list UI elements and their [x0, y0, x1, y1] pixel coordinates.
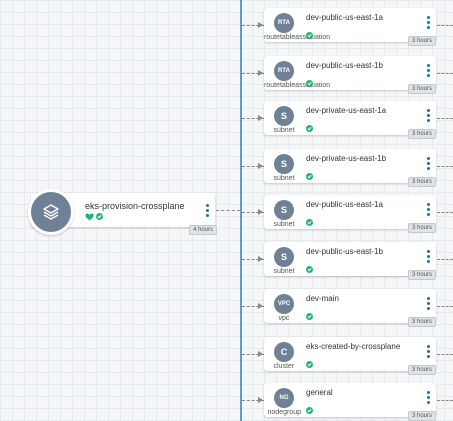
tree-connector-line [240, 0, 242, 421]
node-outgoing-connector [437, 306, 453, 307]
resource-name: dev-public-us-east-1b [306, 61, 383, 70]
resource-status [306, 25, 313, 43]
check-icon [306, 219, 313, 226]
root-menu-kebab-icon[interactable] [206, 204, 210, 217]
root-name: eks-provision-crossplane [85, 201, 185, 211]
connector-arrow-icon [258, 397, 263, 403]
connector-arrow-icon [258, 256, 263, 262]
check-icon [306, 173, 313, 180]
resource-age-badge: 3 hours [408, 177, 437, 187]
resource-name: eks-created-by-crossplane [306, 342, 401, 351]
check-icon [306, 266, 313, 273]
connector-arrow-icon [258, 163, 263, 169]
resource-kind-label: subnet [273, 221, 295, 228]
resource-menu-kebab-icon[interactable] [427, 345, 431, 358]
resource-kind-icon: S [274, 154, 294, 174]
resource-kind-icon: S [274, 106, 294, 126]
check-icon [306, 407, 313, 414]
resource-menu-kebab-icon[interactable] [427, 250, 431, 263]
resource-kind-label: cluster [273, 363, 295, 370]
resource-name: dev-public-us-east-1a [306, 13, 383, 22]
root-age-badge: 4 hours [189, 225, 218, 235]
resource-status [306, 259, 313, 277]
resource-kind-icon: VPC [274, 294, 294, 314]
check-icon [306, 32, 313, 39]
resource-name: dev-private-us-east-1a [306, 106, 387, 115]
resource-name: dev-private-us-east-1b [306, 154, 387, 163]
resource-menu-kebab-icon[interactable] [427, 203, 431, 216]
resource-age-badge: 3 hours [408, 223, 437, 233]
root-application-node[interactable]: eks-provision-crossplane [28, 189, 215, 235]
resource-status [306, 118, 313, 136]
resource-kind-label: vpc [278, 315, 290, 322]
resource-menu-kebab-icon[interactable] [427, 16, 431, 29]
node-outgoing-connector [437, 118, 453, 119]
resource-age-badge: 3 hours [408, 36, 437, 46]
check-icon [306, 361, 313, 368]
resource-age-badge: 3 hours [408, 129, 437, 139]
connector-arrow-icon [258, 70, 263, 76]
resource-kind-label: routetableassociation [264, 34, 331, 41]
resource-kind-icon: S [274, 200, 294, 220]
resource-menu-kebab-icon[interactable] [427, 109, 431, 122]
node-outgoing-connector [437, 259, 453, 260]
resource-kind-label: routetableassociation [264, 82, 331, 89]
resource-menu-kebab-icon[interactable] [427, 297, 431, 310]
resource-age-badge: 3 hours [408, 84, 437, 94]
resource-kind-icon: C [274, 342, 294, 362]
node-outgoing-connector [437, 25, 453, 26]
resource-status [306, 73, 313, 91]
resource-kind-icon: NG [274, 388, 294, 408]
resource-kind-label: subnet [273, 175, 295, 182]
resource-age-badge: 3 hours [408, 270, 437, 280]
resource-status [306, 306, 313, 324]
check-icon [306, 313, 313, 320]
heart-icon [85, 213, 94, 221]
root-status-icons [85, 213, 103, 221]
resource-menu-kebab-icon[interactable] [427, 391, 431, 404]
resource-menu-kebab-icon[interactable] [427, 157, 431, 170]
resource-age-badge: 3 hours [408, 317, 437, 327]
resource-kind-icon: RTA [274, 61, 294, 81]
resource-name: dev-main [306, 294, 339, 303]
resource-age-badge: 3 hours [408, 365, 437, 375]
resource-kind-label: subnet [273, 127, 295, 134]
check-icon [306, 80, 313, 87]
connector-arrow-icon [258, 115, 263, 121]
connector-arrow-icon [258, 351, 263, 357]
resource-name: dev-public-us-east-1a [306, 200, 383, 209]
resource-name: dev-public-us-east-1b [306, 247, 383, 256]
resource-status [306, 400, 313, 418]
node-outgoing-connector [437, 354, 453, 355]
resource-kind-icon: RTA [274, 13, 294, 33]
connector-arrow-icon [258, 209, 263, 215]
resource-age-badge: 3 hours [408, 411, 437, 421]
resource-status [306, 354, 313, 372]
resource-kind-label: nodegroup [267, 409, 301, 416]
connector-arrow-icon [258, 22, 263, 28]
connector-arrow-icon [258, 303, 263, 309]
node-outgoing-connector [437, 400, 453, 401]
resource-status [306, 212, 313, 230]
resource-menu-kebab-icon[interactable] [427, 64, 431, 77]
resource-name: general [306, 388, 333, 397]
check-icon [96, 213, 103, 220]
resource-status [306, 166, 313, 184]
resource-kind-icon: S [274, 247, 294, 267]
root-connector [216, 210, 240, 211]
check-icon [306, 125, 313, 132]
node-outgoing-connector [437, 73, 453, 74]
resource-kind-label: subnet [273, 268, 295, 275]
node-outgoing-connector [437, 166, 453, 167]
layers-icon [28, 189, 74, 235]
node-outgoing-connector [437, 212, 453, 213]
